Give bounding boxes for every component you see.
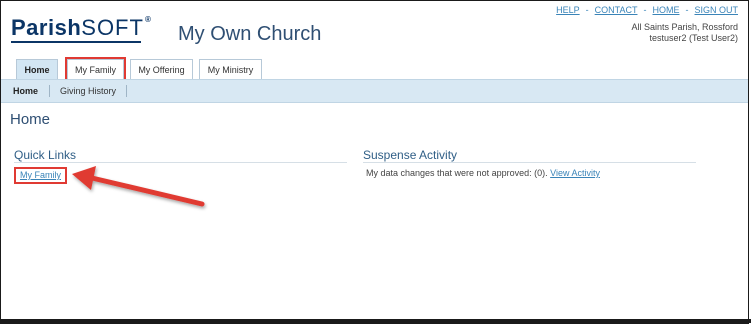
- tab-home[interactable]: Home: [16, 59, 58, 79]
- suspense-activity-rule: [363, 162, 696, 163]
- site-title: My Own Church: [178, 23, 322, 45]
- link-separator: -: [685, 5, 689, 15]
- tab-home-label: Home: [24, 65, 50, 75]
- subnav-item-giving-history[interactable]: Giving History: [60, 80, 116, 102]
- parishsoft-logo[interactable]: ParishSOFT®: [11, 15, 151, 41]
- subnav-divider: [126, 85, 127, 97]
- page-title: Home: [10, 111, 51, 128]
- logo-brand: Parish: [11, 15, 82, 40]
- help-link[interactable]: HELP: [556, 5, 580, 15]
- quick-links-rule: [14, 162, 347, 163]
- subnav-item-home[interactable]: Home: [13, 80, 38, 102]
- parish-name: All Saints Parish, Rossford: [631, 22, 738, 32]
- link-separator: -: [585, 5, 589, 15]
- quick-links-title: Quick Links: [14, 148, 77, 162]
- page-header: ParishSOFT® My Own Church HELP - CONTACT - H…: [1, 1, 748, 59]
- top-links: HELP - CONTACT - HOME - SIGN OUT: [556, 5, 738, 15]
- logo-underline: [11, 41, 141, 43]
- subnav-divider: [49, 85, 50, 97]
- tab-my-ministry-label: My Ministry: [207, 65, 254, 75]
- tab-my-family[interactable]: My Family: [65, 57, 126, 81]
- suspense-activity-text: My data changes that were not approved: …: [366, 168, 600, 178]
- logo-brand-suffix: SOFT: [81, 15, 144, 40]
- tab-my-ministry[interactable]: My Ministry: [199, 59, 262, 79]
- window-frame-bottom-border: [0, 319, 751, 323]
- user-label: testuser2 (Test User2): [649, 33, 738, 43]
- quick-link-my-family: My Family: [14, 167, 67, 184]
- trademark-icon: ®: [144, 15, 152, 24]
- sign-out-link[interactable]: SIGN OUT: [694, 5, 738, 15]
- user-info: All Saints Parish, Rossford testuser2 (T…: [631, 22, 738, 44]
- link-separator: -: [643, 5, 647, 15]
- my-family-link[interactable]: My Family: [20, 170, 61, 180]
- suspense-activity-title: Suspense Activity: [363, 148, 458, 162]
- contact-link[interactable]: CONTACT: [595, 5, 638, 15]
- tab-my-offering-label: My Offering: [138, 65, 185, 75]
- tab-my-family-label: My Family: [75, 65, 116, 75]
- tab-my-offering[interactable]: My Offering: [130, 59, 193, 79]
- suspense-message: My data changes that were not approved: …: [366, 168, 548, 178]
- home-link[interactable]: HOME: [652, 5, 679, 15]
- view-activity-link[interactable]: View Activity: [550, 168, 600, 178]
- sub-navigation: Home Giving History: [1, 79, 748, 103]
